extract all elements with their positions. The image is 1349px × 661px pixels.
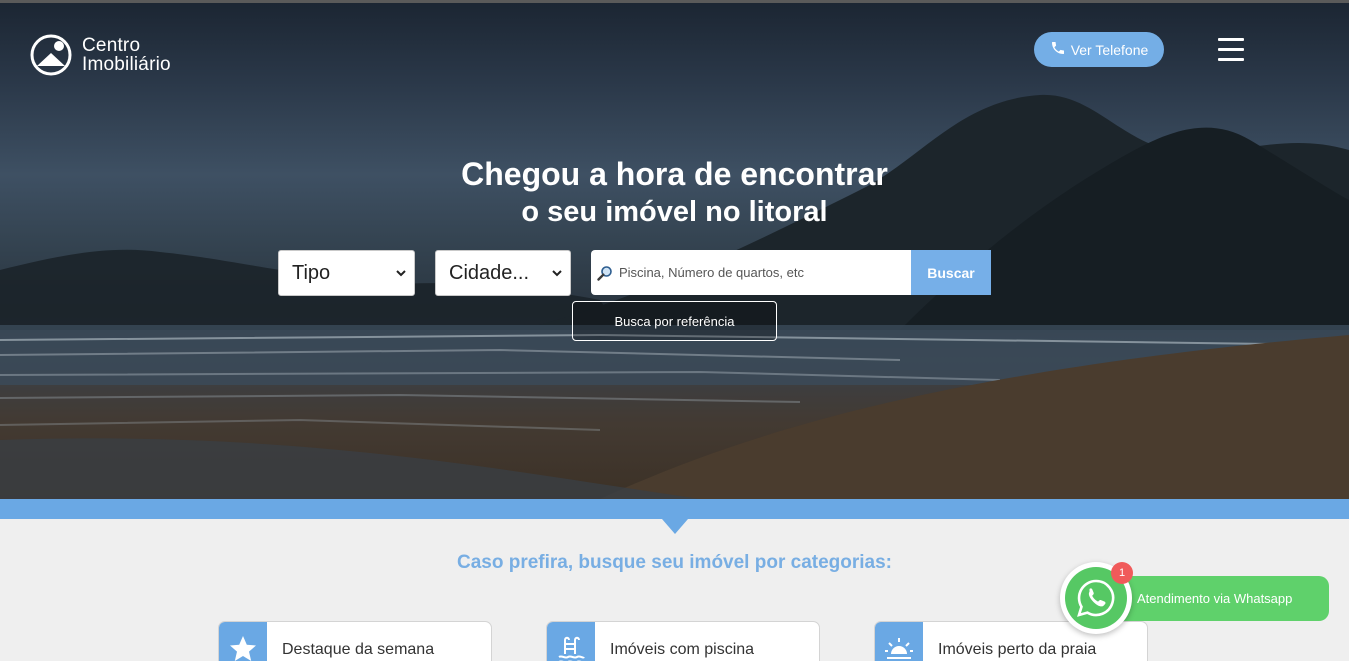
section-divider-arrow [662, 519, 688, 534]
pool-icon [558, 636, 585, 661]
whatsapp-icon [1077, 579, 1115, 617]
sunset-icon [885, 638, 913, 661]
category-card-featured[interactable]: Destaque da semana [218, 621, 492, 661]
whatsapp-chat-button[interactable]: Atendimento via Whatsapp [1100, 576, 1329, 621]
cidade-select[interactable]: Cidade... [435, 250, 571, 296]
tipo-select[interactable]: Tipo [278, 250, 415, 296]
view-phone-button[interactable]: Ver Telefone [1034, 32, 1164, 67]
chevron-down-icon [396, 270, 406, 277]
search-button[interactable]: Buscar [911, 250, 991, 295]
search-field[interactable] [591, 250, 912, 295]
whatsapp-label: Atendimento via Whatsapp [1137, 591, 1293, 606]
hero-title: Chegou a hora de encontrar o seu imóvel … [0, 155, 1349, 231]
category-icon-box [547, 622, 595, 661]
tipo-select-value: Tipo [292, 261, 331, 284]
site-logo[interactable]: Centro Imobiliário [29, 33, 171, 77]
chevron-down-icon [552, 270, 562, 277]
category-label: Imóveis com piscina [610, 641, 755, 658]
hamburger-menu-icon[interactable] [1218, 38, 1244, 64]
logo-line2: Imobiliário [82, 54, 171, 75]
view-phone-label: Ver Telefone [1070, 41, 1149, 58]
categories-heading: Caso prefira, busque seu imóvel por cate… [456, 552, 892, 573]
category-icon-box [219, 622, 267, 661]
section-divider-band [0, 499, 1349, 519]
star-icon [230, 636, 256, 661]
search-input[interactable] [619, 265, 909, 280]
category-icon-box [875, 622, 923, 661]
top-border [0, 0, 1349, 3]
hero-section: Centro Imobiliário Ver Telefone Chegou a… [0, 0, 1349, 499]
category-label: Destaque da semana [282, 641, 435, 658]
hero-title-line2: o seu imóvel no litoral [521, 196, 828, 228]
category-label: Imóveis perto da praia [938, 641, 1097, 658]
logo-line1: Centro [82, 35, 141, 56]
category-card-pool[interactable]: Imóveis com piscina [546, 621, 820, 661]
cidade-select-value: Cidade... [449, 261, 530, 284]
phone-icon [1051, 42, 1064, 54]
logo-text: Centro Imobiliário [82, 36, 171, 74]
logo-icon [30, 34, 72, 76]
hero-title-line1: Chegou a hora de encontrar [461, 156, 888, 192]
notification-badge: 1 [1111, 562, 1133, 584]
search-icon [597, 265, 612, 281]
reference-search-button[interactable]: Busca por referência [572, 301, 777, 341]
